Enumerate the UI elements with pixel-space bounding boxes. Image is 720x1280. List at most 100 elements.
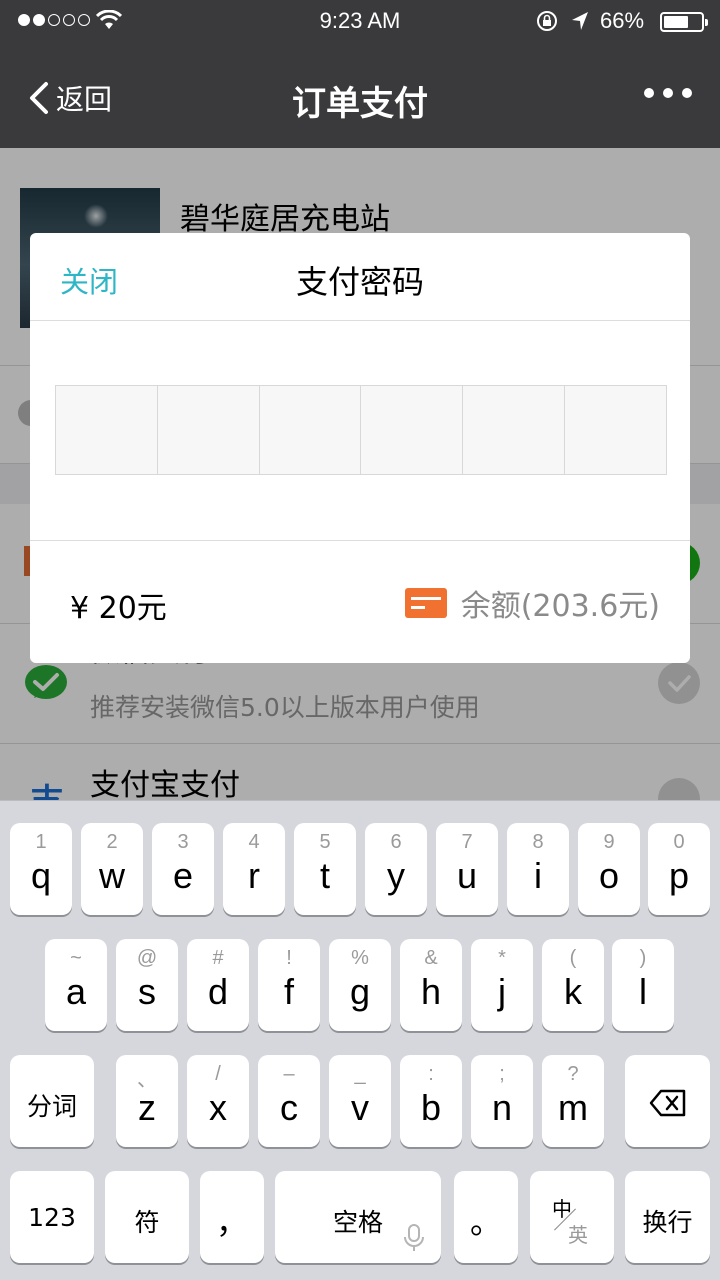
key-label: 123 <box>28 1203 76 1232</box>
password-digit-cell <box>361 386 464 474</box>
key-f[interactable]: ! f <box>258 939 320 1031</box>
key-hint: _ <box>354 1063 366 1085</box>
symbols-key[interactable]: 符 <box>105 1171 189 1263</box>
key-hint: 6 <box>390 831 402 853</box>
key-hint: 7 <box>461 831 473 853</box>
key-u[interactable]: 7u <box>436 823 498 915</box>
numbers-key[interactable]: 123 <box>10 1171 94 1263</box>
key-hint: @ <box>136 947 158 969</box>
orientation-lock-icon <box>537 11 557 31</box>
password-digit-cell <box>158 386 260 474</box>
payment-password-dialog: 关闭 支付密码 ¥ 20元 余额(203.6元) <box>30 233 690 663</box>
key-char: w <box>99 855 125 896</box>
key-r[interactable]: 4r <box>223 823 285 915</box>
key-hint: ? <box>567 1063 579 1085</box>
key-l[interactable]: ) l <box>612 939 674 1031</box>
key-hint: ! <box>286 947 292 969</box>
location-arrow-icon <box>572 12 588 30</box>
key-hint: ; <box>499 1063 505 1085</box>
key-v[interactable]: _ v <box>329 1055 391 1147</box>
period-key[interactable]: 。 <box>454 1171 518 1263</box>
key-x[interactable]: / x <box>187 1055 249 1147</box>
key-q[interactable]: 1q <box>10 823 72 915</box>
key-char: g <box>349 971 371 1012</box>
key-hint: : <box>428 1063 434 1085</box>
key-label: 。 <box>469 1203 502 1241</box>
key-j[interactable]: * j <box>471 939 533 1031</box>
key-char: j <box>498 971 506 1012</box>
key-char: t <box>319 855 330 896</box>
key-char: h <box>420 971 442 1012</box>
key-hint: % <box>351 947 369 969</box>
key-hint: – <box>283 1063 295 1085</box>
password-digit-cell <box>565 386 666 474</box>
key-a[interactable]: ~ a <box>45 939 107 1031</box>
password-input[interactable] <box>55 385 667 475</box>
dialog-header: 关闭 支付密码 <box>30 233 690 321</box>
key-char: b <box>420 1087 442 1128</box>
key-i[interactable]: 8i <box>507 823 569 915</box>
more-options-icon[interactable] <box>644 88 692 98</box>
nav-bar: 返回 订单支付 <box>0 42 720 148</box>
key-char: k <box>564 971 582 1012</box>
comma-key[interactable]: ， <box>200 1171 264 1263</box>
key-char: e <box>172 855 194 896</box>
key-label: ， <box>215 1203 248 1241</box>
key-char: v <box>351 1087 369 1128</box>
key-b[interactable]: :b <box>400 1055 462 1147</box>
key-char: y <box>387 855 405 896</box>
return-key[interactable]: 换行 <box>625 1171 710 1263</box>
lang-en-label: 英 <box>568 1223 588 1247</box>
key-char: n <box>491 1087 513 1128</box>
space-key[interactable]: 空格 <box>275 1171 441 1263</box>
key-char: d <box>207 971 229 1012</box>
key-hint: 1 <box>35 831 47 853</box>
key-p[interactable]: 0p <box>648 823 710 915</box>
key-s[interactable]: @ s <box>116 939 178 1031</box>
key-char: r <box>248 855 260 896</box>
dialog-footer: ¥ 20元 余额(203.6元) <box>30 540 690 663</box>
key-hint: # <box>212 947 224 969</box>
key-hint: ) <box>639 947 647 969</box>
key-g[interactable]: % g <box>329 939 391 1031</box>
page-title: 订单支付 <box>292 84 428 124</box>
key-char: s <box>138 971 156 1012</box>
keyboard: 1q 2w 3e 4r 5t 6y 7u 8i 9o 0p ~ a @ s # d !… <box>0 800 720 1280</box>
key-m[interactable]: ? m <box>542 1055 604 1147</box>
password-digit-cell <box>260 386 362 474</box>
key-w[interactable]: 2w <box>81 823 143 915</box>
key-char: a <box>65 971 87 1012</box>
balance-label: 余额(203.6元) <box>460 589 660 624</box>
lang-zh-label: 中 <box>552 1197 572 1221</box>
balance-source[interactable]: 余额(203.6元) <box>404 581 660 625</box>
backspace-key[interactable] <box>625 1055 710 1147</box>
key-hint: 8 <box>532 831 544 853</box>
key-y[interactable]: 6y <box>365 823 427 915</box>
battery-icon <box>660 12 708 32</box>
dialog-title: 支付密码 <box>295 263 424 301</box>
key-c[interactable]: – c <box>258 1055 320 1147</box>
key-o[interactable]: 9o <box>578 823 640 915</box>
key-hint: ~ <box>70 947 82 969</box>
key-hint: / <box>215 1063 221 1085</box>
key-z[interactable]: 、 z <box>116 1055 178 1147</box>
key-char: u <box>456 855 478 896</box>
key-char: i <box>534 855 542 896</box>
key-n[interactable]: ; n <box>471 1055 533 1147</box>
key-label: 分词 <box>26 1092 77 1121</box>
key-e[interactable]: 3e <box>152 823 214 915</box>
key-t[interactable]: 5t <box>294 823 356 915</box>
key-char: f <box>283 971 294 1012</box>
language-switch-key[interactable]: 中 英 <box>530 1171 614 1263</box>
key-label: 符 <box>134 1208 160 1237</box>
password-digit-cell <box>56 386 158 474</box>
microphone-icon <box>404 1224 424 1251</box>
key-k[interactable]: (k <box>542 939 604 1031</box>
key-d[interactable]: # d <box>187 939 249 1031</box>
key-hint: 3 <box>177 831 189 853</box>
key-hint: 9 <box>603 831 615 853</box>
key-label: 换行 <box>642 1208 693 1237</box>
key-hint: * <box>498 947 506 969</box>
segment-key[interactable]: 分词 <box>10 1055 94 1147</box>
key-h[interactable]: & h <box>400 939 462 1031</box>
